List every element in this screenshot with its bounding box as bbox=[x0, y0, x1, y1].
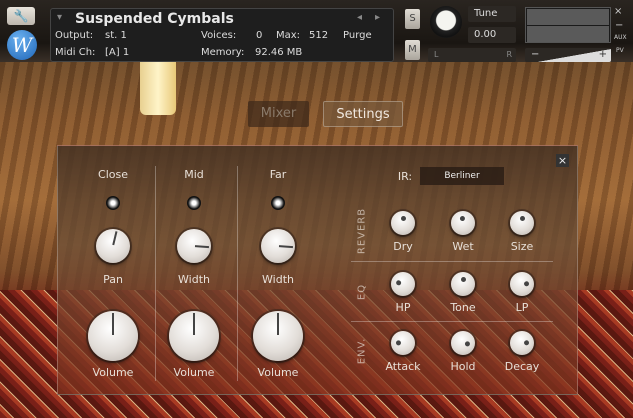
divider bbox=[351, 261, 553, 262]
memory-value: 92.46 MB bbox=[255, 47, 303, 58]
wrench-icon[interactable]: 🔧 bbox=[7, 7, 35, 25]
section-label: EQ bbox=[356, 283, 368, 301]
knob-indicator bbox=[395, 280, 402, 287]
channel-volume-knob[interactable] bbox=[253, 311, 303, 361]
volume-minus: − bbox=[531, 49, 540, 60]
channel-name: Far bbox=[269, 168, 287, 181]
volume-plus: + bbox=[598, 49, 607, 60]
instrument-name: Suspended Cymbals bbox=[75, 11, 234, 27]
channel-enable-led[interactable] bbox=[271, 196, 285, 210]
knob-indicator bbox=[194, 245, 210, 249]
tone-knob[interactable] bbox=[451, 272, 475, 296]
size-knob[interactable] bbox=[510, 211, 534, 235]
knob-indicator bbox=[519, 216, 525, 221]
mute-button[interactable]: M bbox=[405, 40, 420, 60]
knob-label: Hold bbox=[450, 360, 476, 373]
knob-label: Wet bbox=[452, 240, 474, 253]
prev-instrument-icon[interactable]: ◂ bbox=[357, 12, 362, 23]
knob-label: Volume bbox=[173, 366, 215, 379]
channel-volume-knob[interactable] bbox=[88, 311, 138, 361]
hold-knob[interactable] bbox=[451, 331, 475, 355]
menu-arrow-icon[interactable]: ▾ bbox=[57, 12, 62, 23]
midi-select[interactable]: [A] 1 bbox=[105, 47, 129, 58]
knob-indicator bbox=[395, 340, 402, 347]
knob-label: Size bbox=[510, 240, 534, 253]
voices-value: 0 bbox=[256, 30, 263, 41]
tune-value[interactable]: 0.00 bbox=[468, 27, 516, 43]
pan-right-label: R bbox=[506, 50, 512, 59]
aux-button[interactable]: AUX bbox=[614, 34, 627, 41]
divider bbox=[237, 166, 238, 381]
channel-width-knob[interactable] bbox=[261, 229, 295, 263]
knob-label: HP bbox=[395, 301, 411, 314]
hp-knob[interactable] bbox=[391, 272, 415, 296]
settings-panel: × IR: Berliner Close Pan Volume Mid Width Vol… bbox=[57, 145, 578, 395]
knob-label: Attack bbox=[385, 360, 421, 373]
knob-indicator bbox=[277, 313, 279, 335]
knob-indicator bbox=[112, 313, 114, 335]
close-instrument-button[interactable]: × bbox=[614, 6, 622, 17]
channel-enable-led[interactable] bbox=[106, 196, 120, 210]
knob-label: Width bbox=[262, 273, 294, 286]
wet-knob[interactable] bbox=[451, 211, 475, 235]
knob-label: Volume bbox=[92, 366, 134, 379]
brand-logo: W bbox=[7, 30, 37, 60]
divider bbox=[155, 166, 156, 381]
next-instrument-icon[interactable]: ▸ bbox=[375, 12, 380, 23]
channel-name: Close bbox=[98, 168, 128, 181]
close-panel-button[interactable]: × bbox=[556, 154, 569, 167]
voices-label: Voices: bbox=[201, 30, 237, 41]
divider bbox=[351, 321, 553, 322]
decay-knob[interactable] bbox=[510, 331, 534, 355]
minimize-button[interactable]: − bbox=[615, 20, 623, 31]
knob-label: Width bbox=[178, 273, 210, 286]
lp-knob[interactable] bbox=[510, 272, 534, 296]
knob-indicator bbox=[458, 215, 465, 222]
channel-name: Mid bbox=[184, 168, 204, 181]
section-label: ENV. bbox=[356, 337, 368, 365]
knob-indicator bbox=[400, 216, 406, 221]
knob-indicator bbox=[523, 280, 530, 287]
channel-enable-led[interactable] bbox=[187, 196, 201, 210]
ir-label: IR: bbox=[397, 170, 413, 183]
knob-label: Volume bbox=[257, 366, 299, 379]
channel-volume-knob[interactable] bbox=[169, 311, 219, 361]
knob-indicator bbox=[193, 313, 195, 335]
section-label: REVERB bbox=[356, 207, 368, 255]
knob-label: Decay bbox=[504, 360, 540, 373]
level-meter bbox=[525, 7, 611, 43]
instrument-info-panel: ▾ Suspended Cymbals ◂ ▸ Output: st. 1 Mi… bbox=[50, 8, 394, 62]
knob-indicator bbox=[523, 339, 530, 346]
knob-label: Tone bbox=[450, 301, 476, 314]
attack-knob[interactable] bbox=[391, 331, 415, 355]
dry-knob[interactable] bbox=[391, 211, 415, 235]
solo-button[interactable]: S bbox=[405, 9, 420, 29]
tab-mixer[interactable]: Mixer bbox=[248, 101, 309, 127]
knob-label: Pan bbox=[103, 273, 123, 286]
pv-button[interactable]: PV bbox=[616, 47, 624, 54]
tune-knob[interactable] bbox=[430, 6, 462, 38]
volume-slider[interactable]: − + bbox=[525, 48, 611, 62]
max-voices-value[interactable]: 512 bbox=[309, 30, 328, 41]
knob-indicator bbox=[278, 245, 294, 249]
output-label: Output: bbox=[55, 30, 94, 41]
midi-label: Midi Ch: bbox=[55, 47, 96, 58]
channel-width-knob[interactable] bbox=[177, 229, 211, 263]
tune-label: Tune bbox=[468, 6, 516, 22]
knob-indicator bbox=[112, 231, 118, 246]
output-select[interactable]: st. 1 bbox=[105, 30, 127, 41]
knob-indicator bbox=[460, 277, 466, 282]
memory-label: Memory: bbox=[201, 47, 245, 58]
knob-label: Dry bbox=[393, 240, 413, 253]
pan-left-label: L bbox=[434, 50, 439, 59]
knob-indicator bbox=[464, 340, 471, 347]
ir-select[interactable]: Berliner bbox=[420, 167, 504, 185]
channel-pan-knob[interactable] bbox=[96, 229, 130, 263]
tab-settings[interactable]: Settings bbox=[323, 101, 403, 127]
knob-label: LP bbox=[515, 301, 529, 314]
purge-menu[interactable]: Purge bbox=[343, 30, 372, 41]
pan-slider[interactable]: LR bbox=[428, 48, 516, 62]
max-label: Max: bbox=[276, 30, 301, 41]
